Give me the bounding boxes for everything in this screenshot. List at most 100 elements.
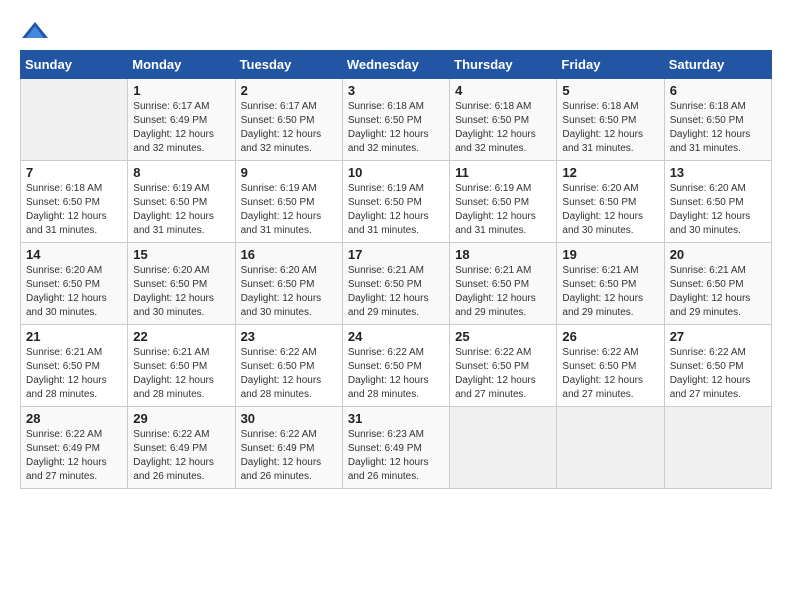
cell-info: Sunrise: 6:18 AMSunset: 6:50 PMDaylight:… (348, 100, 444, 156)
calendar-cell (557, 407, 664, 489)
day-number: 28 (26, 411, 122, 426)
calendar-cell: 3 Sunrise: 6:18 AMSunset: 6:50 PMDaylight… (342, 79, 449, 161)
week-row-3: 14 Sunrise: 6:20 AMSunset: 6:50 PMDayligh… (21, 243, 772, 325)
calendar-cell: 16 Sunrise: 6:20 AMSunset: 6:50 PMDayligh… (235, 243, 342, 325)
cell-info: Sunrise: 6:18 AMSunset: 6:50 PMDaylight:… (26, 182, 122, 238)
calendar-cell: 31Sunrise: 6:23 AMSunset: 6:49 PMDayligh… (342, 407, 449, 489)
cell-info: Sunrise: 6:20 AMSunset: 6:50 PMDaylight:… (241, 264, 337, 320)
calendar-table: SundayMondayTuesdayWednesdayThursdayFrid… (20, 50, 772, 489)
calendar-cell: 23Sunrise: 6:22 AMSunset: 6:50 PMDayligh… (235, 325, 342, 407)
day-number: 6 (670, 83, 766, 98)
day-number: 19 (562, 247, 658, 262)
calendar-cell: 27 Sunrise: 6:22 AMSunset: 6:50 PMDayligh… (664, 325, 771, 407)
logo-icon (20, 20, 50, 40)
calendar-cell: 24 Sunrise: 6:22 AMSunset: 6:50 PMDayligh… (342, 325, 449, 407)
calendar-cell: 19 Sunrise: 6:21 AMSunset: 6:50 PMDayligh… (557, 243, 664, 325)
calendar-cell: 8Sunrise: 6:19 AMSunset: 6:50 PMDaylight… (128, 161, 235, 243)
calendar-cell: 29 Sunrise: 6:22 AMSunset: 6:49 PMDayligh… (128, 407, 235, 489)
day-number: 23 (241, 329, 337, 344)
cell-info: Sunrise: 6:19 AMSunset: 6:50 PMDaylight:… (455, 182, 551, 238)
calendar-cell: 13Sunrise: 6:20 AMSunset: 6:50 PMDayligh… (664, 161, 771, 243)
cell-info: Sunrise: 6:19 AMSunset: 6:50 PMDaylight:… (348, 182, 444, 238)
calendar-cell: 17Sunrise: 6:21 AMSunset: 6:50 PMDayligh… (342, 243, 449, 325)
header-sunday: Sunday (21, 51, 128, 79)
day-number: 29 (133, 411, 229, 426)
calendar-cell: 7 Sunrise: 6:18 AMSunset: 6:50 PMDaylight… (21, 161, 128, 243)
day-number: 26 (562, 329, 658, 344)
cell-info: Sunrise: 6:18 AMSunset: 6:50 PMDaylight:… (670, 100, 766, 156)
day-number: 14 (26, 247, 122, 262)
cell-info: Sunrise: 6:22 AMSunset: 6:50 PMDaylight:… (348, 346, 444, 402)
cell-info: Sunrise: 6:17 AMSunset: 6:50 PMDaylight:… (241, 100, 337, 156)
cell-info: Sunrise: 6:20 AMSunset: 6:50 PMDaylight:… (26, 264, 122, 320)
cell-info: Sunrise: 6:21 AMSunset: 6:50 PMDaylight:… (562, 264, 658, 320)
day-number: 27 (670, 329, 766, 344)
calendar-cell: 9 Sunrise: 6:19 AMSunset: 6:50 PMDaylight… (235, 161, 342, 243)
week-row-2: 7 Sunrise: 6:18 AMSunset: 6:50 PMDaylight… (21, 161, 772, 243)
cell-info: Sunrise: 6:22 AMSunset: 6:49 PMDaylight:… (133, 428, 229, 484)
week-row-5: 28 Sunrise: 6:22 AMSunset: 6:49 PMDayligh… (21, 407, 772, 489)
cell-info: Sunrise: 6:22 AMSunset: 6:50 PMDaylight:… (670, 346, 766, 402)
header-row: SundayMondayTuesdayWednesdayThursdayFrid… (21, 51, 772, 79)
cell-info: Sunrise: 6:20 AMSunset: 6:50 PMDaylight:… (562, 182, 658, 238)
logo (20, 20, 54, 40)
calendar-cell (21, 79, 128, 161)
calendar-cell: 12 Sunrise: 6:20 AMSunset: 6:50 PMDayligh… (557, 161, 664, 243)
cell-info: Sunrise: 6:22 AMSunset: 6:50 PMDaylight:… (562, 346, 658, 402)
cell-info: Sunrise: 6:21 AMSunset: 6:50 PMDaylight:… (133, 346, 229, 402)
day-number: 12 (562, 165, 658, 180)
day-number: 2 (241, 83, 337, 98)
day-number: 4 (455, 83, 551, 98)
day-number: 3 (348, 83, 444, 98)
day-number: 24 (348, 329, 444, 344)
day-number: 5 (562, 83, 658, 98)
cell-info: Sunrise: 6:21 AMSunset: 6:50 PMDaylight:… (348, 264, 444, 320)
cell-info: Sunrise: 6:20 AMSunset: 6:50 PMDaylight:… (133, 264, 229, 320)
day-number: 9 (241, 165, 337, 180)
calendar-cell: 11 Sunrise: 6:19 AMSunset: 6:50 PMDayligh… (450, 161, 557, 243)
day-number: 22 (133, 329, 229, 344)
calendar-cell: 30 Sunrise: 6:22 AMSunset: 6:49 PMDayligh… (235, 407, 342, 489)
cell-info: Sunrise: 6:22 AMSunset: 6:49 PMDaylight:… (241, 428, 337, 484)
cell-info: Sunrise: 6:22 AMSunset: 6:49 PMDaylight:… (26, 428, 122, 484)
header-tuesday: Tuesday (235, 51, 342, 79)
calendar-cell: 20 Sunrise: 6:21 AMSunset: 6:50 PMDayligh… (664, 243, 771, 325)
header-friday: Friday (557, 51, 664, 79)
day-number: 1 (133, 83, 229, 98)
day-number: 7 (26, 165, 122, 180)
cell-info: Sunrise: 6:19 AMSunset: 6:50 PMDaylight:… (241, 182, 337, 238)
calendar-cell: 14 Sunrise: 6:20 AMSunset: 6:50 PMDayligh… (21, 243, 128, 325)
header (20, 20, 772, 40)
cell-info: Sunrise: 6:21 AMSunset: 6:50 PMDaylight:… (670, 264, 766, 320)
calendar-cell: 18Sunrise: 6:21 AMSunset: 6:50 PMDayligh… (450, 243, 557, 325)
day-number: 8 (133, 165, 229, 180)
cell-info: Sunrise: 6:21 AMSunset: 6:50 PMDaylight:… (26, 346, 122, 402)
cell-info: Sunrise: 6:18 AMSunset: 6:50 PMDaylight:… (562, 100, 658, 156)
day-number: 11 (455, 165, 551, 180)
day-number: 20 (670, 247, 766, 262)
calendar-cell (664, 407, 771, 489)
calendar-cell: 28 Sunrise: 6:22 AMSunset: 6:49 PMDayligh… (21, 407, 128, 489)
cell-info: Sunrise: 6:17 AMSunset: 6:49 PMDaylight:… (133, 100, 229, 156)
cell-info: Sunrise: 6:18 AMSunset: 6:50 PMDaylight:… (455, 100, 551, 156)
header-wednesday: Wednesday (342, 51, 449, 79)
cell-info: Sunrise: 6:20 AMSunset: 6:50 PMDaylight:… (670, 182, 766, 238)
cell-info: Sunrise: 6:21 AMSunset: 6:50 PMDaylight:… (455, 264, 551, 320)
calendar-cell (450, 407, 557, 489)
calendar-cell: 22 Sunrise: 6:21 AMSunset: 6:50 PMDayligh… (128, 325, 235, 407)
header-saturday: Saturday (664, 51, 771, 79)
calendar-cell: 15Sunrise: 6:20 AMSunset: 6:50 PMDayligh… (128, 243, 235, 325)
day-number: 16 (241, 247, 337, 262)
day-number: 30 (241, 411, 337, 426)
day-number: 25 (455, 329, 551, 344)
week-row-1: 1 Sunrise: 6:17 AMSunset: 6:49 PMDaylight… (21, 79, 772, 161)
calendar-cell: 10 Sunrise: 6:19 AMSunset: 6:50 PMDayligh… (342, 161, 449, 243)
calendar-cell: 26 Sunrise: 6:22 AMSunset: 6:50 PMDayligh… (557, 325, 664, 407)
day-number: 21 (26, 329, 122, 344)
calendar-cell: 2 Sunrise: 6:17 AMSunset: 6:50 PMDaylight… (235, 79, 342, 161)
day-number: 10 (348, 165, 444, 180)
week-row-4: 21 Sunrise: 6:21 AMSunset: 6:50 PMDayligh… (21, 325, 772, 407)
calendar-cell: 21 Sunrise: 6:21 AMSunset: 6:50 PMDayligh… (21, 325, 128, 407)
calendar-cell: 6 Sunrise: 6:18 AMSunset: 6:50 PMDaylight… (664, 79, 771, 161)
header-monday: Monday (128, 51, 235, 79)
